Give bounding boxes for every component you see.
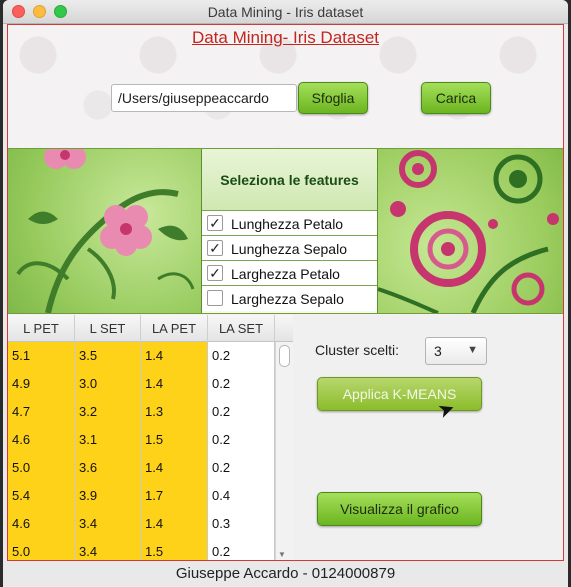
footer-author: Giuseppe Accardo - 0124000879 bbox=[3, 561, 568, 587]
cluster-label: Cluster scelti: bbox=[315, 342, 400, 358]
table-cell: 1.7 bbox=[141, 482, 208, 510]
table-cell: 1.5 bbox=[141, 538, 208, 560]
table-cell: 3.0 bbox=[75, 370, 141, 398]
feature-label: Lunghezza Petalo bbox=[231, 216, 344, 232]
chevron-down-icon: ▼ bbox=[467, 344, 478, 356]
show-chart-button[interactable]: Visualizza il grafico bbox=[317, 492, 482, 526]
window-title: Data Mining - Iris dataset bbox=[207, 4, 364, 20]
floral-decoration-right bbox=[378, 149, 563, 313]
table-cell: 1.3 bbox=[141, 398, 208, 426]
table-scrollbar[interactable]: ▼ bbox=[275, 342, 293, 560]
table-cell: 5.0 bbox=[8, 538, 75, 560]
table-row[interactable]: 4.9 3.0 1.4 0.2 bbox=[8, 370, 275, 398]
table-row[interactable]: 5.1 3.5 1.4 0.2 bbox=[8, 342, 275, 370]
feature-banner: Seleziona le features ✓ Lunghezza Petalo… bbox=[8, 148, 563, 314]
table-row[interactable]: 4.7 3.2 1.3 0.2 bbox=[8, 398, 275, 426]
feature-larghezza-petalo[interactable]: ✓ Larghezza Petalo bbox=[202, 261, 377, 286]
table-cell: 0.3 bbox=[208, 510, 275, 538]
iris-data-table: L PET L SET LA PET LA SET 5.1 3.5 1.4 0.… bbox=[8, 315, 293, 560]
title-bar: Data Mining - Iris dataset bbox=[3, 0, 568, 24]
table-cell: 1.4 bbox=[141, 342, 208, 370]
app-window: Data Mining - Iris dataset Data Mining- … bbox=[3, 0, 568, 587]
table-cell: 3.1 bbox=[75, 426, 141, 454]
table-cell: 5.1 bbox=[8, 342, 75, 370]
scroll-down-arrow-icon[interactable]: ▼ bbox=[278, 550, 286, 559]
table-cell: 3.2 bbox=[75, 398, 141, 426]
column-header[interactable]: L SET bbox=[75, 315, 141, 342]
main-frame: Data Mining- Iris Dataset /Users/giusepp… bbox=[7, 24, 564, 561]
table-cell: 1.4 bbox=[141, 370, 208, 398]
table-cell: 0.2 bbox=[208, 426, 275, 454]
features-title: Seleziona le features bbox=[202, 149, 377, 211]
checkbox[interactable]: ✓ bbox=[207, 265, 223, 281]
cluster-controls: Cluster scelti: 3 ▼ Applica K-MEANS ➤ Vi… bbox=[293, 315, 563, 560]
table-cell: 5.0 bbox=[8, 454, 75, 482]
table-cell: 0.2 bbox=[208, 342, 275, 370]
table-cell: 5.4 bbox=[8, 482, 75, 510]
table-cell: 3.5 bbox=[75, 342, 141, 370]
app-heading: Data Mining- Iris Dataset bbox=[191, 28, 380, 47]
column-header[interactable]: L PET bbox=[8, 315, 75, 342]
table-cell: 3.4 bbox=[75, 510, 141, 538]
table-cell: 1.5 bbox=[141, 426, 208, 454]
table-row[interactable]: 5.0 3.6 1.4 0.2 bbox=[8, 454, 275, 482]
checkbox[interactable] bbox=[207, 290, 223, 306]
table-cell: 0.2 bbox=[208, 454, 275, 482]
swirl-decoration-icon bbox=[378, 150, 559, 313]
features-panel: Seleziona le features ✓ Lunghezza Petalo… bbox=[201, 149, 378, 313]
file-path-field[interactable]: /Users/giuseppeaccardo bbox=[111, 84, 297, 112]
table-cell: 4.9 bbox=[8, 370, 75, 398]
load-button[interactable]: Carica bbox=[421, 82, 491, 114]
table-header: L PET L SET LA PET LA SET bbox=[8, 315, 293, 342]
table-row[interactable]: 4.6 3.4 1.4 0.3 bbox=[8, 510, 275, 538]
feature-label: Lunghezza Sepalo bbox=[231, 241, 347, 257]
flower-vine-icon bbox=[16, 149, 195, 313]
checkbox[interactable]: ✓ bbox=[207, 240, 223, 256]
apply-kmeans-button[interactable]: Applica K-MEANS bbox=[317, 377, 482, 411]
column-header[interactable]: LA PET bbox=[141, 315, 208, 342]
table-row[interactable]: 5.0 3.4 1.5 0.2 bbox=[8, 538, 275, 560]
feature-lunghezza-sepalo[interactable]: ✓ Lunghezza Sepalo bbox=[202, 236, 377, 261]
table-cell: 3.9 bbox=[75, 482, 141, 510]
table-cell: 1.4 bbox=[141, 510, 208, 538]
table-cell: 4.6 bbox=[8, 510, 75, 538]
feature-larghezza-sepalo[interactable]: Larghezza Sepalo bbox=[202, 286, 377, 311]
table-cell: 0.2 bbox=[208, 370, 275, 398]
table-cell: 4.6 bbox=[8, 426, 75, 454]
table-row[interactable]: 5.4 3.9 1.7 0.4 bbox=[8, 482, 275, 510]
feature-label: Larghezza Petalo bbox=[231, 266, 340, 282]
table-row[interactable]: 4.6 3.1 1.5 0.2 bbox=[8, 426, 275, 454]
table-cell: 0.2 bbox=[208, 538, 275, 560]
cluster-count-select[interactable]: 3 ▼ bbox=[425, 337, 487, 365]
feature-lunghezza-petalo[interactable]: ✓ Lunghezza Petalo bbox=[202, 211, 377, 236]
checkbox[interactable]: ✓ bbox=[207, 215, 223, 231]
browse-button[interactable]: Sfoglia bbox=[298, 82, 368, 114]
table-cell: 0.4 bbox=[208, 482, 275, 510]
column-header[interactable]: LA SET bbox=[208, 315, 275, 342]
table-cell: 0.2 bbox=[208, 398, 275, 426]
feature-label: Larghezza Sepalo bbox=[231, 291, 344, 307]
cluster-count-value: 3 bbox=[434, 343, 442, 359]
table-cell: 3.4 bbox=[75, 538, 141, 560]
table-cell: 4.7 bbox=[8, 398, 75, 426]
table-cell: 3.6 bbox=[75, 454, 141, 482]
scrollbar-thumb[interactable] bbox=[279, 345, 290, 367]
floral-decoration-left bbox=[8, 149, 201, 313]
table-cell: 1.4 bbox=[141, 454, 208, 482]
